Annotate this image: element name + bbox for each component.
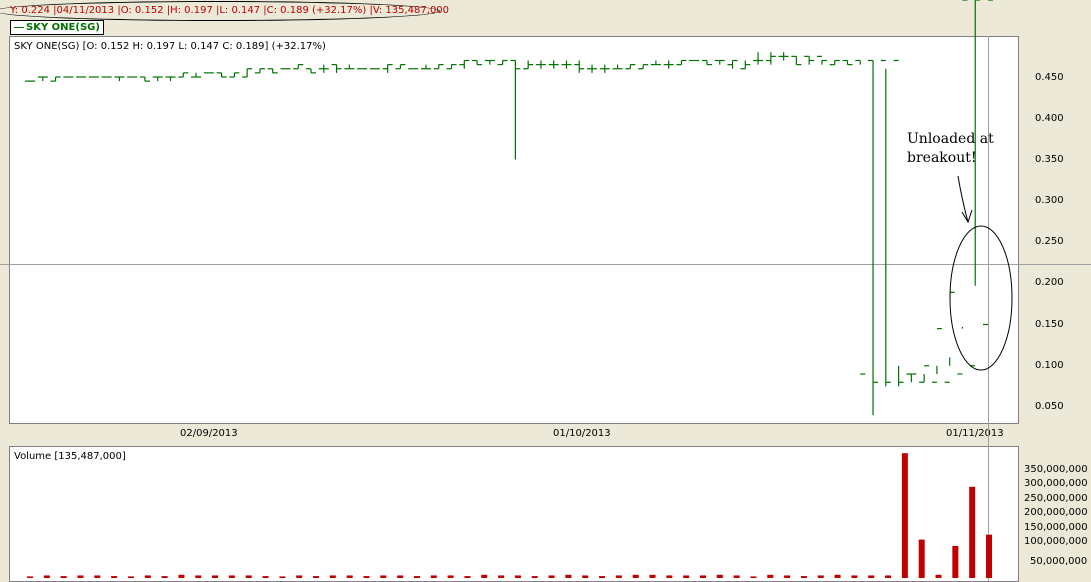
volume-bar-54 — [935, 574, 942, 578]
volume-bar-21 — [380, 575, 387, 578]
volume-bar-12 — [228, 575, 235, 578]
volume-bar-26 — [464, 576, 471, 578]
volume-bar-27 — [481, 574, 488, 578]
volume-bar-35 — [615, 575, 622, 578]
volume-bar-46 — [800, 576, 807, 578]
volume-bar-7 — [144, 575, 151, 578]
volume-bar-56 — [969, 486, 976, 578]
annotation-arrow-head — [961, 209, 973, 224]
volume-bar-30 — [531, 576, 538, 578]
volume-bar-15 — [279, 576, 286, 578]
volume-bar-36 — [632, 574, 639, 578]
volume-bar-40 — [699, 575, 706, 578]
volume-bar-25 — [447, 575, 454, 578]
volume-bar-42 — [733, 575, 740, 578]
volume-bar-29 — [514, 575, 521, 578]
volume-bar-1 — [43, 575, 50, 578]
volume-bar-43 — [750, 576, 757, 578]
volume-bar-48 — [834, 574, 841, 578]
volume-bar-9 — [178, 574, 185, 578]
volume-bar-19 — [346, 575, 353, 578]
annotation-ellipse — [949, 225, 1013, 371]
volume-bar-33 — [582, 575, 589, 578]
volume-bar-53 — [918, 539, 925, 578]
volume-bar-13 — [245, 575, 252, 578]
volume-bar-14 — [262, 576, 269, 578]
volume-bar-17 — [313, 576, 320, 578]
volume-bar-22 — [397, 575, 404, 578]
volume-bar-37 — [649, 574, 656, 578]
volume-bar-34 — [599, 576, 606, 578]
volume-bar-55 — [952, 546, 959, 578]
volume-bar-6 — [127, 576, 134, 578]
annotation-arrow-shaft — [957, 175, 969, 223]
volume-bar-2 — [60, 576, 67, 578]
annotation-text: Unloaded at breakout! — [907, 130, 994, 168]
volume-bar-18 — [329, 575, 336, 578]
volume-bar-41 — [716, 574, 723, 578]
volume-bar-57 — [986, 534, 992, 578]
volume-bar-10 — [195, 575, 202, 578]
volume-bar-31 — [548, 575, 555, 578]
volume-bar-47 — [817, 575, 824, 578]
volume-bar-50 — [868, 575, 875, 578]
volume-bar-44 — [767, 574, 774, 578]
volume-bar-49 — [851, 575, 858, 578]
volume-bar-38 — [666, 575, 673, 578]
volume-bar-0 — [27, 576, 33, 578]
annotation-line: Unloaded at — [907, 131, 994, 147]
volume-bar-52 — [901, 453, 908, 578]
volume-bar-3 — [77, 575, 84, 578]
volume-bar-11 — [212, 575, 219, 578]
volume-bar-28 — [498, 575, 505, 578]
volume-bar-16 — [296, 575, 303, 578]
volume-bar-32 — [565, 574, 572, 578]
volume-bar-8 — [161, 576, 168, 578]
volume-bar-20 — [363, 576, 370, 578]
volume-bar-51 — [885, 575, 892, 578]
volume-bar-5 — [111, 576, 118, 578]
volume-bar-24 — [430, 575, 437, 578]
volume-bar-23 — [413, 576, 420, 578]
chart-canvas — [25, 0, 1013, 578]
volume-bar-45 — [784, 575, 791, 578]
volume-bar-39 — [683, 575, 690, 578]
annotation-line: breakout! — [907, 150, 977, 166]
volume-bar-4 — [94, 575, 101, 578]
